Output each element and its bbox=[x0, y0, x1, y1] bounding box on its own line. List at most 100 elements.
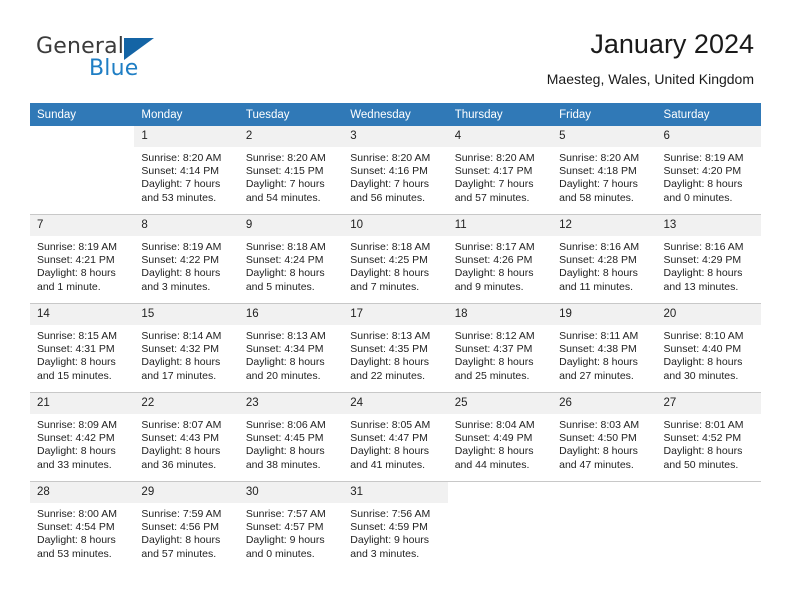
calendar-day-cell[interactable]: 24 Sunrise: 8:05 AM Sunset: 4:47 PM Dayligh… bbox=[343, 392, 448, 482]
calendar-day-cell[interactable]: 22 Sunrise: 8:07 AM Sunset: 4:43 PM Dayligh… bbox=[134, 392, 239, 482]
calendar-day-cell[interactable]: 18 Sunrise: 8:12 AM Sunset: 4:37 PM Dayligh… bbox=[447, 303, 553, 393]
calendar-day-cell[interactable]: 14 Sunrise: 8:15 AM Sunset: 4:31 PM Dayligh… bbox=[30, 303, 135, 393]
sunrise-text: Sunrise: 8:00 AM bbox=[37, 508, 117, 520]
calendar-day-cell[interactable]: 27 Sunrise: 8:01 AM Sunset: 4:52 PM Dayligh… bbox=[656, 392, 761, 482]
calendar-day-cell[interactable]: 15 Sunrise: 8:14 AM Sunset: 4:32 PM Dayligh… bbox=[134, 303, 239, 393]
daylight-text-line1: Daylight: 8 hours bbox=[559, 356, 638, 369]
day-number: 26 bbox=[552, 393, 657, 414]
sunset-text: Sunset: 4:57 PM bbox=[245, 521, 324, 534]
calendar-day-cell[interactable]: 4 Sunrise: 8:20 AM Sunset: 4:17 PM Daylight… bbox=[447, 126, 553, 215]
daylight-text-line1: Daylight: 8 hours bbox=[350, 267, 430, 280]
sunset-text: Sunset: 4:45 PM bbox=[245, 432, 324, 445]
calendar-day-cell[interactable]: 31 Sunrise: 7:56 AM Sunset: 4:59 PM Dayligh… bbox=[343, 481, 448, 570]
day-number: 15 bbox=[134, 304, 239, 325]
daylight-text-line1: Daylight: 8 hours bbox=[663, 178, 743, 191]
sunset-text: Sunset: 4:16 PM bbox=[350, 165, 428, 178]
day-number: 11 bbox=[447, 215, 553, 236]
day-sun-info: Sunrise: 8:10 AM Sunset: 4:40 PM Daylight:… bbox=[657, 325, 761, 383]
daylight-text-line1: Daylight: 8 hours bbox=[559, 267, 638, 280]
sunset-text: Sunset: 4:42 PM bbox=[37, 432, 115, 445]
calendar-day-cell[interactable]: 20 Sunrise: 8:10 AM Sunset: 4:40 PM Dayligh… bbox=[656, 303, 761, 393]
calendar-day-cell[interactable]: 5 Sunrise: 8:20 AM Sunset: 4:18 PM Daylight… bbox=[552, 126, 657, 215]
day-sun-info: Sunrise: 8:16 AM Sunset: 4:29 PM Daylight:… bbox=[657, 236, 761, 294]
calendar-day-cell[interactable]: 30 Sunrise: 7:57 AM Sunset: 4:57 PM Dayligh… bbox=[238, 481, 344, 570]
calendar-day-cell[interactable]: 12 Sunrise: 8:16 AM Sunset: 4:28 PM Dayligh… bbox=[552, 214, 657, 304]
day-sun-info: Sunrise: 7:59 AM Sunset: 4:56 PM Daylight:… bbox=[134, 503, 238, 561]
day-sun-info: Sunrise: 8:09 AM Sunset: 4:42 PM Daylight:… bbox=[30, 414, 134, 472]
day-sun-info: Sunrise: 8:17 AM Sunset: 4:26 PM Daylight:… bbox=[448, 236, 552, 294]
daylight-text-line2: and 36 minutes. bbox=[141, 458, 217, 471]
sunset-text: Sunset: 4:54 PM bbox=[37, 521, 115, 534]
sunset-text: Sunset: 4:18 PM bbox=[559, 165, 637, 178]
day-sun-info: Sunrise: 8:11 AM Sunset: 4:38 PM Daylight:… bbox=[552, 325, 656, 383]
daylight-text-line1: Daylight: 8 hours bbox=[454, 267, 534, 280]
calendar-day-cell[interactable]: 23 Sunrise: 8:06 AM Sunset: 4:45 PM Dayligh… bbox=[238, 392, 344, 482]
calendar-day-cell[interactable]: 1 Sunrise: 8:20 AM Sunset: 4:14 PM Daylight… bbox=[134, 126, 239, 215]
day-number bbox=[30, 126, 134, 147]
day-sun-info: Sunrise: 8:19 AM Sunset: 4:22 PM Daylight:… bbox=[134, 236, 238, 294]
daylight-text-line1: Daylight: 8 hours bbox=[350, 445, 430, 458]
day-number: 6 bbox=[656, 126, 761, 147]
sunrise-text: Sunrise: 8:20 AM bbox=[454, 152, 535, 164]
daylight-text-line1: Daylight: 8 hours bbox=[37, 267, 116, 280]
daylight-text-line2: and 27 minutes. bbox=[559, 369, 634, 382]
calendar-day-cell[interactable]: 17 Sunrise: 8:13 AM Sunset: 4:35 PM Dayligh… bbox=[343, 303, 448, 393]
calendar-day-cell[interactable]: 19 Sunrise: 8:11 AM Sunset: 4:38 PM Dayligh… bbox=[552, 303, 657, 393]
daylight-text-line2: and 9 minutes. bbox=[454, 280, 524, 293]
daylight-text-line2: and 0 minutes. bbox=[663, 191, 733, 204]
sunset-text: Sunset: 4:34 PM bbox=[245, 343, 324, 356]
calendar-day-cell[interactable]: 28 Sunrise: 8:00 AM Sunset: 4:54 PM Dayligh… bbox=[30, 481, 135, 570]
calendar-day-cell[interactable]: 13 Sunrise: 8:16 AM Sunset: 4:29 PM Dayligh… bbox=[656, 214, 761, 304]
calendar-day-cell[interactable]: 6 Sunrise: 8:19 AM Sunset: 4:20 PM Daylight… bbox=[656, 126, 761, 215]
sunrise-text: Sunrise: 7:57 AM bbox=[245, 508, 326, 520]
calendar-day-cell[interactable]: 9 Sunrise: 8:18 AM Sunset: 4:24 PM Daylight… bbox=[238, 214, 344, 304]
day-number: 30 bbox=[238, 482, 344, 503]
calendar-day-cell[interactable]: 3 Sunrise: 8:20 AM Sunset: 4:16 PM Daylight… bbox=[343, 126, 448, 215]
sunrise-text: Sunrise: 8:07 AM bbox=[141, 419, 222, 431]
calendar-day-cell[interactable]: 21 Sunrise: 8:09 AM Sunset: 4:42 PM Dayligh… bbox=[30, 392, 135, 482]
calendar-body: 1 Sunrise: 8:20 AM Sunset: 4:14 PM Daylight… bbox=[30, 126, 761, 570]
sunrise-text: Sunrise: 8:11 AM bbox=[559, 330, 639, 342]
day-sun-info: Sunrise: 8:04 AM Sunset: 4:49 PM Daylight:… bbox=[448, 414, 552, 472]
daylight-text-line2: and 30 minutes. bbox=[663, 369, 739, 382]
sunrise-text: Sunrise: 8:16 AM bbox=[559, 241, 640, 253]
daylight-text-line1: Daylight: 8 hours bbox=[245, 267, 325, 280]
calendar-day-cell[interactable]: 7 Sunrise: 8:19 AM Sunset: 4:21 PM Daylight… bbox=[30, 214, 135, 304]
generalblue-logo[interactable]: General Blue bbox=[36, 34, 216, 86]
day-number: 9 bbox=[238, 215, 344, 236]
day-number: 25 bbox=[447, 393, 553, 414]
sunset-text: Sunset: 4:47 PM bbox=[350, 432, 428, 445]
calendar-day-cell[interactable]: 10 Sunrise: 8:18 AM Sunset: 4:25 PM Dayligh… bbox=[343, 214, 448, 304]
daylight-text-line1: Daylight: 8 hours bbox=[141, 356, 221, 369]
calendar-day-cell[interactable]: 2 Sunrise: 8:20 AM Sunset: 4:15 PM Daylight… bbox=[238, 126, 344, 215]
weekday-header-row: Sunday Monday Tuesday Wednesday Thursday… bbox=[30, 103, 761, 126]
calendar-day-cell[interactable]: 29 Sunrise: 7:59 AM Sunset: 4:56 PM Dayligh… bbox=[134, 481, 239, 570]
calendar-day-cell[interactable]: 8 Sunrise: 8:19 AM Sunset: 4:22 PM Daylight… bbox=[134, 214, 239, 304]
sunset-text: Sunset: 4:52 PM bbox=[663, 432, 742, 445]
sunrise-text: Sunrise: 8:17 AM bbox=[454, 241, 535, 253]
sunrise-text: Sunrise: 8:18 AM bbox=[245, 241, 326, 253]
daylight-text-line1: Daylight: 8 hours bbox=[663, 267, 743, 280]
daylight-text-line1: Daylight: 8 hours bbox=[141, 534, 221, 547]
daylight-text-line1: Daylight: 8 hours bbox=[245, 356, 325, 369]
daylight-text-line2: and 7 minutes. bbox=[350, 280, 420, 293]
calendar-day-cell[interactable]: 11 Sunrise: 8:17 AM Sunset: 4:26 PM Dayligh… bbox=[447, 214, 553, 304]
calendar-day-cell[interactable]: 16 Sunrise: 8:13 AM Sunset: 4:34 PM Dayligh… bbox=[238, 303, 344, 393]
sunset-text: Sunset: 4:22 PM bbox=[141, 254, 220, 267]
daylight-text-line1: Daylight: 8 hours bbox=[559, 445, 638, 458]
day-number: 7 bbox=[30, 215, 135, 236]
day-sun-info: Sunrise: 8:20 AM Sunset: 4:17 PM Daylight:… bbox=[448, 147, 552, 205]
calendar-day-cell[interactable]: 25 Sunrise: 8:04 AM Sunset: 4:49 PM Dayligh… bbox=[447, 392, 553, 482]
weekday-header-tuesday: Tuesday bbox=[238, 103, 344, 126]
sunset-text: Sunset: 4:59 PM bbox=[350, 521, 428, 534]
day-sun-info: Sunrise: 7:56 AM Sunset: 4:59 PM Daylight:… bbox=[343, 503, 447, 561]
sunset-text: Sunset: 4:31 PM bbox=[37, 343, 115, 356]
day-sun-info: Sunrise: 8:18 AM Sunset: 4:25 PM Daylight:… bbox=[343, 236, 447, 294]
sunset-text: Sunset: 4:56 PM bbox=[141, 521, 220, 534]
sunrise-text: Sunrise: 8:14 AM bbox=[141, 330, 222, 342]
sunrise-text: Sunrise: 8:19 AM bbox=[663, 152, 744, 164]
weekday-header-thursday: Thursday bbox=[447, 103, 553, 126]
page-title: January 2024 bbox=[590, 29, 754, 59]
daylight-text-line1: Daylight: 8 hours bbox=[663, 445, 743, 458]
calendar-day-cell[interactable]: 26 Sunrise: 8:03 AM Sunset: 4:50 PM Dayligh… bbox=[552, 392, 657, 482]
